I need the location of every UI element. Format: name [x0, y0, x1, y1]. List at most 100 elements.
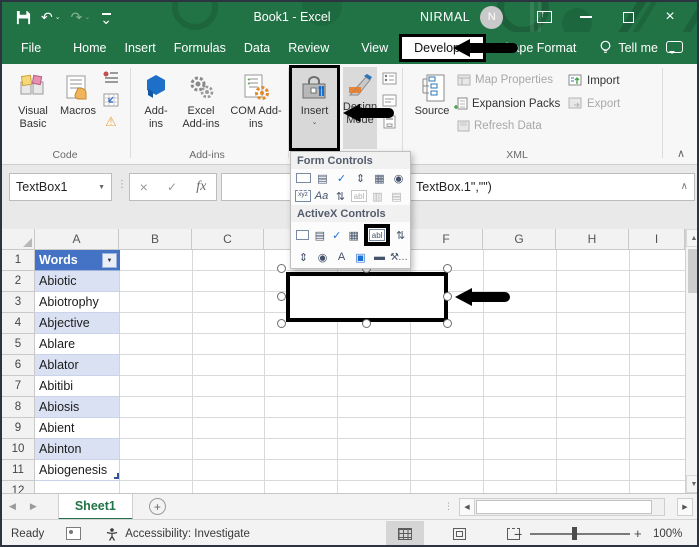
minimize-button[interactable]	[565, 2, 607, 32]
use-relative-references-button[interactable]	[102, 92, 120, 108]
row-header[interactable]: 5	[2, 334, 35, 355]
form-scroll-bar-icon[interactable]: ⇅	[332, 189, 349, 204]
accessibility-status[interactable]: Accessibility: Investigate	[105, 527, 250, 541]
excel-add-ins-button[interactable]: Excel Add-ins	[176, 67, 226, 131]
activex-text-box-highlight[interactable]: abl	[364, 224, 391, 246]
com-add-ins-button[interactable]: COM Add-ins	[228, 67, 284, 131]
row-header[interactable]: 3	[2, 292, 35, 313]
new-sheet-button[interactable]: +	[148, 498, 166, 515]
account-area[interactable]: NIRMAL N	[420, 2, 504, 32]
record-macro-status-icon[interactable]	[66, 527, 82, 540]
cell-a10[interactable]: Abinton	[35, 439, 120, 460]
activex-image-icon[interactable]: ▣	[352, 250, 369, 265]
activex-text-box-icon[interactable]: abl	[369, 229, 386, 241]
comments-icon[interactable]	[666, 41, 683, 54]
selection-handle[interactable]	[277, 264, 286, 273]
row-header[interactable]: 8	[2, 397, 35, 418]
horizontal-scrollbar[interactable]: ◀ ▶	[459, 497, 697, 516]
sheet-nav-next-icon[interactable]: ▶	[23, 501, 44, 512]
form-check-box-icon[interactable]: ✓	[333, 171, 350, 186]
activex-combo-box-icon[interactable]: ▤	[312, 228, 327, 243]
row-header[interactable]: 11	[2, 460, 35, 481]
undo-button[interactable]: ↶ ⌄	[41, 9, 61, 26]
activex-check-box-icon[interactable]: ✓	[329, 228, 344, 243]
expansion-packs-button[interactable]: Expansion Packs	[454, 97, 560, 110]
cell-a3[interactable]: Abiotrophy	[35, 292, 120, 313]
col-header-g[interactable]: G	[483, 229, 556, 250]
tab-formulas[interactable]: Formulas	[165, 32, 235, 64]
tab-review[interactable]: Review	[279, 32, 338, 64]
tab-view[interactable]: View	[352, 32, 397, 64]
avatar[interactable]: N	[480, 5, 504, 29]
source-button[interactable]: Source	[408, 67, 456, 118]
ribbon-display-options-button[interactable]	[523, 2, 565, 32]
activex-option-button-icon[interactable]: ◉	[314, 250, 331, 265]
page-layout-view-button[interactable]	[440, 521, 478, 546]
activex-list-box-icon[interactable]: ▦	[346, 228, 361, 243]
redo-button[interactable]: ↷ ⌄	[71, 9, 91, 26]
add-ins-button[interactable]: Add-ins	[138, 67, 174, 131]
form-spin-button-icon[interactable]: ⇕	[352, 171, 369, 186]
scroll-up-icon[interactable]: ▲	[686, 229, 697, 247]
form-option-button-icon[interactable]: ◉	[390, 171, 407, 186]
tab-bar-splitter[interactable]: ⋮	[444, 501, 453, 512]
sheet-nav-prev-icon[interactable]: ◀	[2, 501, 23, 512]
form-list-box-icon[interactable]: ▦	[371, 171, 388, 186]
formula-bar-splitter[interactable]: ⋮	[117, 179, 128, 190]
row-header[interactable]: 6	[2, 355, 35, 376]
cell-a5[interactable]: Ablare	[35, 334, 120, 355]
row-header[interactable]: 7	[2, 376, 35, 397]
cancel-icon[interactable]: ×	[140, 179, 148, 195]
col-header-h[interactable]: H	[556, 229, 629, 250]
import-button[interactable]: Import	[568, 74, 620, 87]
vertical-scrollbar[interactable]: ▲ ▼	[685, 229, 697, 493]
row-header[interactable]: 1	[2, 250, 35, 271]
activex-more-controls-icon[interactable]: ⚒…	[390, 250, 408, 265]
activex-spin-button-icon[interactable]: ⇕	[295, 250, 312, 265]
row-header[interactable]: 12	[2, 481, 35, 493]
tab-home[interactable]: Home	[64, 32, 115, 64]
formula-bar-expand-icon[interactable]: ∧	[681, 181, 688, 192]
zoom-in-button[interactable]: +	[634, 526, 642, 541]
form-combo-box-icon[interactable]: ▤	[314, 171, 331, 186]
page-break-view-button[interactable]	[494, 521, 532, 546]
enter-icon[interactable]: ✓	[167, 180, 177, 194]
normal-view-button[interactable]	[386, 520, 424, 545]
row-header[interactable]: 9	[2, 418, 35, 439]
activex-toggle-button-icon[interactable]: ▬	[371, 250, 388, 265]
col-header-i[interactable]: I	[629, 229, 685, 250]
cell-a8[interactable]: Abiosis	[35, 397, 120, 418]
form-group-box-icon[interactable]: xyz	[295, 190, 311, 202]
selection-handle[interactable]	[443, 264, 452, 273]
name-box[interactable]: TextBox1 ▼	[9, 173, 112, 201]
selection-handle[interactable]	[443, 292, 452, 301]
activex-label-icon[interactable]: A	[333, 250, 350, 265]
close-button[interactable]: ×	[649, 2, 691, 32]
tab-insert[interactable]: Insert	[116, 32, 165, 64]
sheet-tab-sheet1[interactable]: Sheet1	[57, 493, 133, 520]
tell-me[interactable]: Tell me	[599, 40, 658, 56]
horizontal-scroll-thumb[interactable]	[476, 499, 652, 514]
zoom-level[interactable]: 100%	[653, 528, 682, 540]
cell-a4[interactable]: Abjective	[35, 313, 120, 334]
row-header[interactable]: 10	[2, 439, 35, 460]
insert-function-icon[interactable]: fx	[196, 179, 206, 195]
zoom-out-button[interactable]: −	[514, 526, 522, 542]
tab-data[interactable]: Data	[235, 32, 279, 64]
cell-a2[interactable]: Abiotic	[35, 271, 120, 292]
row-header[interactable]: 2	[2, 271, 35, 292]
name-box-dropdown-icon[interactable]: ▼	[98, 184, 105, 191]
customize-qat-button[interactable]: ⌄	[100, 12, 112, 26]
insert-controls-button[interactable]: Insert ⌄	[289, 65, 340, 151]
visual-basic-button[interactable]: Visual Basic	[10, 67, 56, 131]
textbox-control[interactable]	[286, 272, 448, 322]
col-header-a[interactable]: A	[35, 229, 119, 250]
properties-button[interactable]	[380, 70, 398, 86]
row-header[interactable]: 4	[2, 313, 35, 334]
save-button[interactable]	[16, 10, 31, 25]
scroll-left-icon[interactable]: ◀	[459, 497, 475, 516]
macros-button[interactable]: Macros	[58, 67, 98, 118]
record-macro-button[interactable]	[102, 70, 120, 86]
selection-handle[interactable]	[277, 319, 286, 328]
scroll-down-icon[interactable]: ▼	[686, 475, 697, 493]
